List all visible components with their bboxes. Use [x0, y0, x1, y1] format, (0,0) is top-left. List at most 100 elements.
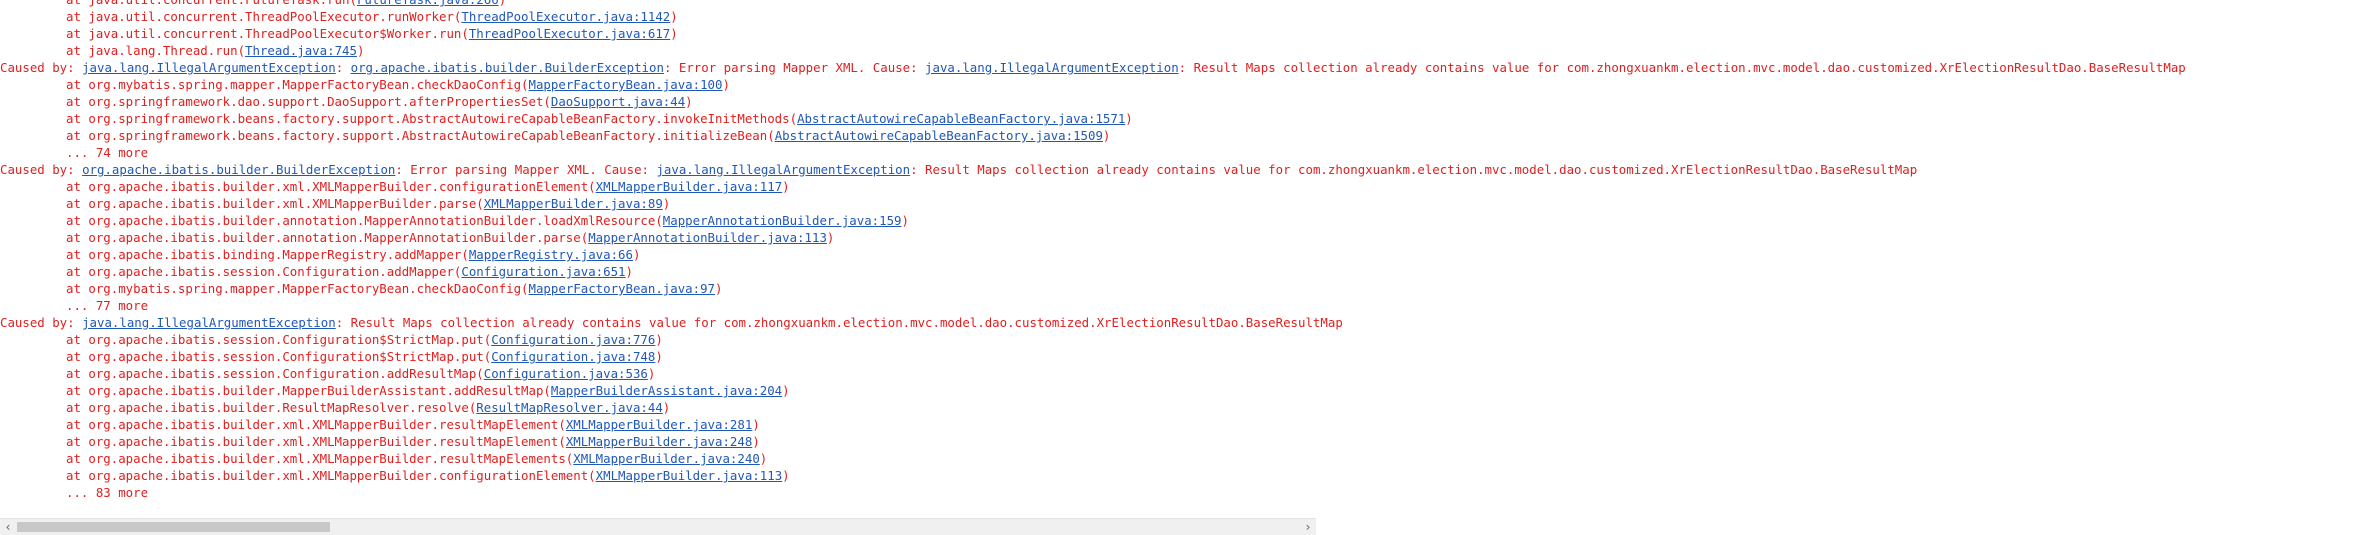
source-link[interactable]: XMLMapperBuilder.java:240 — [573, 451, 760, 466]
frame-method: at org.springframework.beans.factory.sup… — [66, 111, 798, 126]
source-link[interactable]: FutureTask.java:266 — [357, 0, 499, 7]
caused-by-prefix: Caused by: — [0, 162, 83, 177]
cause-message: : Result Maps collection already contain… — [910, 162, 1918, 177]
stack-frame-line: at org.apache.ibatis.builder.xml.XMLMapp… — [0, 467, 790, 484]
frame-close-paren: ) — [670, 26, 678, 41]
exception-link[interactable]: java.lang.IllegalArgumentException — [925, 60, 1179, 75]
frame-close-paren: ) — [356, 43, 365, 58]
scrollbar-thumb[interactable] — [17, 522, 330, 532]
stack-frame-line: at org.apache.ibatis.builder.annotation.… — [0, 229, 834, 246]
stack-frame-line: at java.lang.Thread.run(Thread.java:745) — [0, 42, 364, 59]
frame-method: at org.apache.ibatis.builder.xml.XMLMapp… — [66, 179, 596, 194]
frame-close-paren: ) — [662, 196, 671, 211]
stack-frame-line: at org.apache.ibatis.binding.MapperRegis… — [0, 246, 640, 263]
frame-method: at org.apache.ibatis.builder.xml.XMLMapp… — [66, 468, 596, 483]
frame-close-paren: ) — [782, 383, 790, 398]
stack-frame-line: at java.util.concurrent.ThreadPoolExecut… — [0, 8, 678, 25]
frame-method: at org.apache.ibatis.builder.xml.XMLMapp… — [66, 196, 484, 211]
more-frames-line: ... 74 more — [0, 144, 148, 161]
frame-method: at org.springframework.beans.factory.sup… — [66, 128, 775, 143]
source-link[interactable]: XMLMapperBuilder.java:281 — [566, 417, 753, 432]
frame-method: at org.apache.ibatis.binding.MapperRegis… — [66, 247, 469, 262]
source-link[interactable]: ResultMapResolver.java:44 — [476, 400, 663, 415]
frame-method: at org.apache.ibatis.builder.xml.XMLMapp… — [66, 451, 574, 466]
source-link[interactable]: MapperFactoryBean.java:100 — [529, 77, 723, 92]
more-frames-line: ... 83 more — [0, 484, 148, 501]
stack-frame-line: at org.apache.ibatis.session.Configurati… — [0, 365, 655, 382]
cause-message: : Result Maps collection already contain… — [335, 315, 1343, 330]
stack-frame-line: at org.apache.ibatis.session.Configurati… — [0, 331, 663, 348]
source-link[interactable]: XMLMapperBuilder.java:248 — [566, 434, 753, 449]
source-link[interactable]: ThreadPoolExecutor.java:617 — [469, 26, 670, 41]
exception-link[interactable]: org.apache.ibatis.builder.BuilderExcepti… — [82, 162, 395, 177]
frame-close-paren: ) — [670, 9, 678, 24]
more-frames-text: ... 77 more — [66, 298, 149, 313]
source-link[interactable]: MapperRegistry.java:66 — [469, 247, 633, 262]
frame-method: at java.util.concurrent.ThreadPoolExecut… — [66, 9, 462, 24]
stack-frame-line: at org.springframework.beans.factory.sup… — [0, 110, 1133, 127]
frame-method: at org.apache.ibatis.session.Configurati… — [66, 264, 462, 279]
frame-method: at org.apache.ibatis.session.Configurati… — [66, 349, 492, 364]
source-link[interactable]: MapperAnnotationBuilder.java:159 — [663, 213, 902, 228]
frame-method: at java.lang.Thread.run( — [66, 43, 246, 58]
console-output: at java.util.concurrent.FutureTask.run(F… — [0, 0, 2378, 505]
frame-method: at org.apache.ibatis.builder.MapperBuild… — [66, 383, 551, 398]
source-link[interactable]: AbstractAutowireCapableBeanFactory.java:… — [775, 128, 1103, 143]
frame-close-paren: ) — [901, 213, 909, 228]
caused-by-line: Caused by: java.lang.IllegalArgumentExce… — [0, 59, 2186, 76]
stack-frame-line: at org.mybatis.spring.mapper.MapperFacto… — [0, 76, 730, 93]
frame-method: at org.mybatis.spring.mapper.MapperFacto… — [66, 77, 529, 92]
source-link[interactable]: Thread.java:745 — [245, 43, 357, 58]
stack-frame-line: at java.util.concurrent.ThreadPoolExecut… — [0, 25, 678, 42]
cause-message: : Error parsing Mapper XML. Cause: — [663, 60, 926, 75]
frame-method: at org.apache.ibatis.builder.xml.XMLMapp… — [66, 434, 566, 449]
scroll-right-arrow-icon[interactable]: › — [1300, 519, 1316, 535]
caused-by-prefix: Caused by: — [0, 60, 83, 75]
source-link[interactable]: AbstractAutowireCapableBeanFactory.java:… — [797, 111, 1125, 126]
source-link[interactable]: MapperFactoryBean.java:97 — [529, 281, 716, 296]
source-link[interactable]: ThreadPoolExecutor.java:1142 — [461, 9, 670, 24]
frame-method: at org.apache.ibatis.session.Configurati… — [66, 332, 492, 347]
more-frames-line: ... 77 more — [0, 297, 148, 314]
cause-message: : — [335, 60, 351, 75]
horizontal-scrollbar[interactable]: ‹ › — [0, 518, 1316, 535]
source-link[interactable]: XMLMapperBuilder.java:117 — [596, 179, 783, 194]
cause-message: : Result Maps collection already contain… — [1178, 60, 2186, 75]
frame-close-paren: ) — [782, 179, 790, 194]
source-link[interactable]: Configuration.java:651 — [461, 264, 625, 279]
source-link[interactable]: Configuration.java:776 — [491, 332, 655, 347]
frame-close-paren: ) — [715, 281, 723, 296]
source-link[interactable]: Configuration.java:536 — [484, 366, 648, 381]
frame-close-paren: ) — [655, 332, 663, 347]
caused-by-line: Caused by: java.lang.IllegalArgumentExce… — [0, 314, 1343, 331]
source-link[interactable]: MapperBuilderAssistant.java:204 — [551, 383, 782, 398]
frame-close-paren: ) — [752, 417, 760, 432]
frame-method: at java.util.concurrent.FutureTask.run( — [66, 0, 357, 7]
source-link[interactable]: XMLMapperBuilder.java:89 — [484, 196, 663, 211]
source-link[interactable]: MapperAnnotationBuilder.java:113 — [588, 230, 827, 245]
stack-frame-line: at org.apache.ibatis.builder.xml.XMLMapp… — [0, 433, 760, 450]
caused-by-line: Caused by: org.apache.ibatis.builder.Bui… — [0, 161, 1917, 178]
frame-close-paren: ) — [826, 230, 835, 245]
frame-close-paren: ) — [722, 77, 730, 92]
caused-by-prefix: Caused by: — [0, 315, 83, 330]
frame-close-paren: ) — [662, 400, 671, 415]
stack-frame-line: at org.mybatis.spring.mapper.MapperFacto… — [0, 280, 722, 297]
frame-method: at org.apache.ibatis.builder.xml.XMLMapp… — [66, 417, 566, 432]
more-frames-text: ... 74 more — [66, 145, 149, 160]
frame-close-paren: ) — [759, 451, 768, 466]
source-link[interactable]: DaoSupport.java:44 — [551, 94, 685, 109]
exception-link[interactable]: java.lang.IllegalArgumentException — [656, 162, 910, 177]
exception-link[interactable]: java.lang.IllegalArgumentException — [82, 315, 336, 330]
exception-link[interactable]: java.lang.IllegalArgumentException — [82, 60, 336, 75]
scroll-left-arrow-icon[interactable]: ‹ — [0, 519, 16, 535]
exception-link[interactable]: org.apache.ibatis.builder.BuilderExcepti… — [351, 60, 664, 75]
source-link[interactable]: XMLMapperBuilder.java:113 — [596, 468, 783, 483]
stack-frame-line: at org.springframework.beans.factory.sup… — [0, 127, 1110, 144]
stack-frame-line: at org.apache.ibatis.builder.xml.XMLMapp… — [0, 178, 790, 195]
frame-close-paren: ) — [647, 366, 656, 381]
stack-frame-line: at org.springframework.dao.support.DaoSu… — [0, 93, 693, 110]
source-link[interactable]: Configuration.java:748 — [491, 349, 655, 364]
frame-method: at java.util.concurrent.ThreadPoolExecut… — [66, 26, 469, 41]
frame-close-paren: ) — [632, 247, 641, 262]
